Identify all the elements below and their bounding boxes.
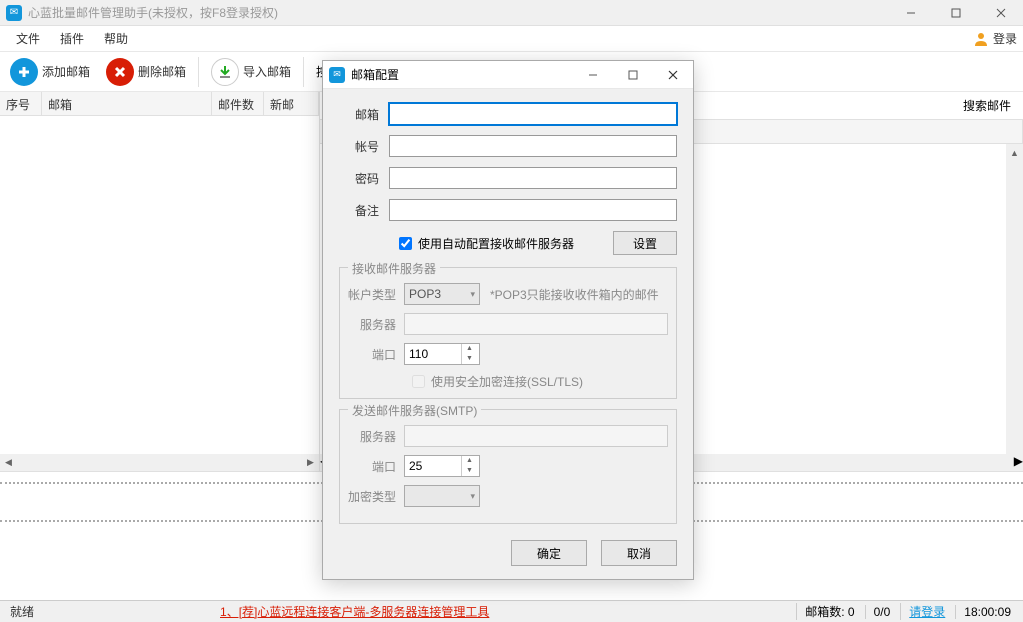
user-icon [973, 31, 989, 47]
mailbox-table-body[interactable] [0, 116, 319, 454]
window-title: 心蓝批量邮件管理助手(未授权，按F8登录授权) [28, 4, 278, 21]
ok-button[interactable]: 确定 [511, 540, 587, 566]
dialog-title: 邮箱配置 [351, 66, 399, 83]
import-mailbox-button[interactable]: 导入邮箱 [205, 56, 297, 88]
auto-config-checkbox[interactable] [399, 237, 412, 250]
send-server-fieldset: 发送邮件服务器(SMTP) 服务器 端口 ▲▼ 加密类型 [339, 409, 677, 524]
menu-file[interactable]: 文件 [6, 26, 50, 51]
setting-button[interactable]: 设置 [613, 231, 677, 255]
plus-icon [10, 58, 38, 86]
scroll-right-icon[interactable]: ▶ [1014, 454, 1023, 471]
send-server-input [404, 425, 668, 447]
delete-mailbox-button[interactable]: 删除邮箱 [100, 56, 192, 88]
x-icon [106, 58, 134, 86]
recv-port-input[interactable] [405, 347, 461, 361]
recv-port-spinner[interactable]: ▲▼ [404, 343, 480, 365]
enc-type-label: 加密类型 [348, 488, 404, 505]
window-titlebar: ✉ 心蓝批量邮件管理助手(未授权，按F8登录授权) [0, 0, 1023, 26]
scroll-right-icon[interactable]: ▶ [302, 454, 319, 471]
toolbar-separator [198, 57, 199, 87]
statusbar: 就绪 1、[荐]心蓝远程连接客户端-多服务器连接管理工具 邮箱数: 0 0/0 … [0, 600, 1023, 622]
mailbox-list-panel: 序号 邮箱 邮件数 新邮 ◀ ▶ [0, 92, 320, 471]
login-button[interactable]: 登录 [973, 30, 1017, 47]
scroll-up-icon[interactable]: ▲ [1006, 144, 1023, 161]
dialog-buttons: 确定 取消 [339, 534, 677, 566]
recv-port-label: 端口 [348, 346, 404, 363]
maximize-button[interactable] [933, 0, 978, 26]
send-port-input[interactable] [405, 459, 461, 473]
status-ready: 就绪 [4, 603, 40, 620]
delete-mailbox-label: 删除邮箱 [138, 63, 186, 80]
recv-server-input [404, 313, 668, 335]
spin-down-icon[interactable]: ▼ [462, 354, 477, 364]
col-count[interactable]: 邮件数 [212, 92, 264, 115]
account-input[interactable] [389, 135, 677, 157]
remark-label: 备注 [339, 202, 389, 219]
auto-config-label: 使用自动配置接收邮件服务器 [418, 235, 574, 252]
status-right: 邮箱数: 0 0/0 请登录 18:00:09 [796, 603, 1019, 620]
progress: 0/0 [865, 605, 899, 619]
dialog-minimize-button[interactable] [573, 61, 613, 89]
login-label: 登录 [993, 30, 1017, 47]
recv-legend: 接收邮件服务器 [348, 260, 440, 277]
mail-vscroll[interactable]: ▲ [1006, 144, 1023, 454]
recv-server-fieldset: 接收邮件服务器 帐户类型 POP3 ▾ *POP3只能接收收件箱内的邮件 服务器… [339, 267, 677, 399]
account-type-label: 帐户类型 [348, 286, 404, 303]
add-mailbox-label: 添加邮箱 [42, 63, 90, 80]
password-input[interactable] [389, 167, 677, 189]
menubar: 文件 插件 帮助 登录 [0, 26, 1023, 52]
dialog-close-button[interactable] [653, 61, 693, 89]
spin-up-icon[interactable]: ▲ [462, 344, 477, 354]
send-port-label: 端口 [348, 458, 404, 475]
window-controls [888, 0, 1023, 26]
remark-input[interactable] [389, 199, 677, 221]
send-legend: 发送邮件服务器(SMTP) [348, 402, 481, 419]
dialog-titlebar[interactable]: ✉ 邮箱配置 [323, 61, 693, 89]
enc-type-select[interactable]: ▾ [404, 485, 480, 507]
dialog-maximize-button[interactable] [613, 61, 653, 89]
mailbox-input[interactable] [389, 103, 677, 125]
mailbox-config-dialog: ✉ 邮箱配置 邮箱 帐号 密码 备注 使用自动配置接收邮件服务器 设置 [322, 60, 694, 580]
col-mailbox[interactable]: 邮箱 [42, 92, 212, 115]
dialog-controls [573, 61, 693, 89]
col-new[interactable]: 新邮 [264, 92, 319, 115]
search-mail-button[interactable]: 搜索邮件 [955, 93, 1019, 118]
account-type-select[interactable]: POP3 ▾ [404, 283, 480, 305]
promo-link[interactable]: 1、[荐]心蓝远程连接客户端-多服务器连接管理工具 [220, 603, 489, 620]
import-mailbox-label: 导入邮箱 [243, 63, 291, 80]
mailbox-label: 邮箱 [339, 106, 389, 123]
chevron-down-icon: ▾ [470, 491, 475, 502]
recv-server-label: 服务器 [348, 316, 404, 333]
chevron-down-icon: ▾ [470, 289, 475, 300]
close-button[interactable] [978, 0, 1023, 26]
app-icon: ✉ [6, 5, 22, 21]
send-port-spinner[interactable]: ▲▼ [404, 455, 480, 477]
account-type-value: POP3 [409, 287, 441, 301]
add-mailbox-button[interactable]: 添加邮箱 [4, 56, 96, 88]
recv-ssl-checkbox [412, 375, 425, 388]
cancel-button[interactable]: 取消 [601, 540, 677, 566]
toolbar-separator [303, 57, 304, 87]
spin-down-icon[interactable]: ▼ [462, 466, 477, 476]
password-label: 密码 [339, 170, 389, 187]
account-label: 帐号 [339, 138, 389, 155]
import-icon [211, 58, 239, 86]
minimize-button[interactable] [888, 0, 933, 26]
mailbox-hscroll[interactable]: ◀ ▶ [0, 454, 319, 471]
dialog-icon: ✉ [329, 67, 345, 83]
menu-plugin[interactable]: 插件 [50, 26, 94, 51]
scroll-left-icon[interactable]: ◀ [0, 454, 17, 471]
dialog-body: 邮箱 帐号 密码 备注 使用自动配置接收邮件服务器 设置 接收邮件服务器 帐户类… [323, 89, 693, 579]
mailbox-count: 邮箱数: 0 [796, 603, 862, 620]
clock: 18:00:09 [955, 605, 1019, 619]
pop3-note: *POP3只能接收收件箱内的邮件 [490, 286, 659, 303]
mailbox-table-header: 序号 邮箱 邮件数 新邮 [0, 92, 319, 116]
menu-help[interactable]: 帮助 [94, 26, 138, 51]
send-server-label: 服务器 [348, 428, 404, 445]
col-seq[interactable]: 序号 [0, 92, 42, 115]
spin-up-icon[interactable]: ▲ [462, 456, 477, 466]
login-prompt-link[interactable]: 请登录 [900, 603, 953, 620]
recv-ssl-label: 使用安全加密连接(SSL/TLS) [431, 373, 583, 390]
